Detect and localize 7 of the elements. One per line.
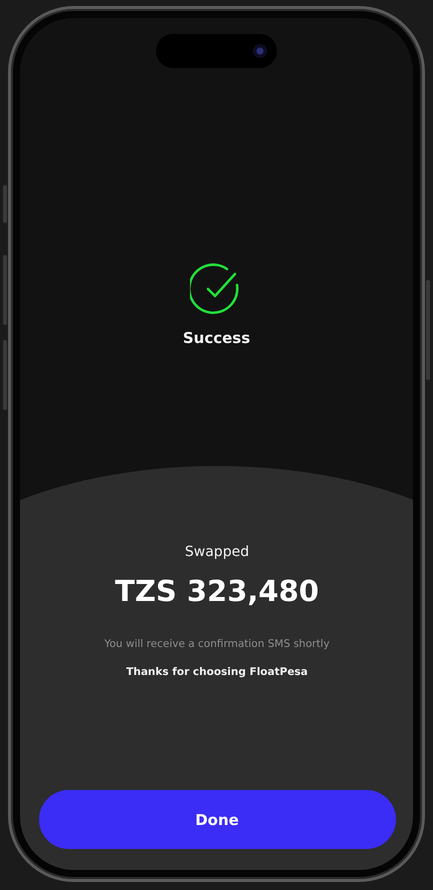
done-button[interactable]: Done <box>38 790 396 849</box>
camera-icon <box>253 44 267 58</box>
confirmation-note: You will receive a confirmation SMS shortly <box>104 638 330 650</box>
summary-label: Swapped <box>184 544 250 560</box>
status-title: Success <box>182 329 250 347</box>
amount-text: TZS 323,480 <box>115 574 319 608</box>
thanks-message: Thanks for choosing FloatPesa <box>126 666 308 678</box>
